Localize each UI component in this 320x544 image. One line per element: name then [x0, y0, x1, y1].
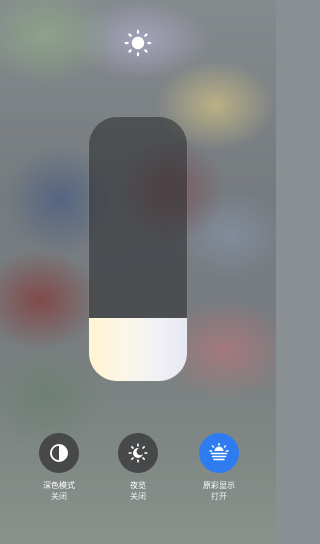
dark-mode-toggle[interactable]: 深色模式 关闭: [19, 433, 99, 502]
true-tone-toggle[interactable]: 原彩显示 打开: [179, 433, 259, 502]
dark-mode-status: 关闭: [51, 492, 67, 501]
night-shift-toggle[interactable]: 夜览 关闭: [98, 433, 178, 502]
brightness-slider[interactable]: [89, 117, 187, 381]
true-tone-status: 打开: [211, 492, 227, 501]
true-tone-label: 原彩显示: [203, 481, 235, 490]
night-shift-label: 夜览: [130, 481, 146, 490]
night-shift-icon: [128, 443, 148, 463]
dark-mode-icon: [50, 444, 68, 462]
night-shift-status: 关闭: [130, 492, 146, 501]
true-tone-button[interactable]: [199, 433, 239, 473]
dark-mode-button[interactable]: [39, 433, 79, 473]
sun-icon: [124, 29, 152, 57]
brightness-slider-fill: [89, 317, 187, 381]
night-shift-button[interactable]: [118, 433, 158, 473]
true-tone-icon: [209, 442, 229, 461]
dark-mode-label: 深色模式: [43, 481, 75, 490]
